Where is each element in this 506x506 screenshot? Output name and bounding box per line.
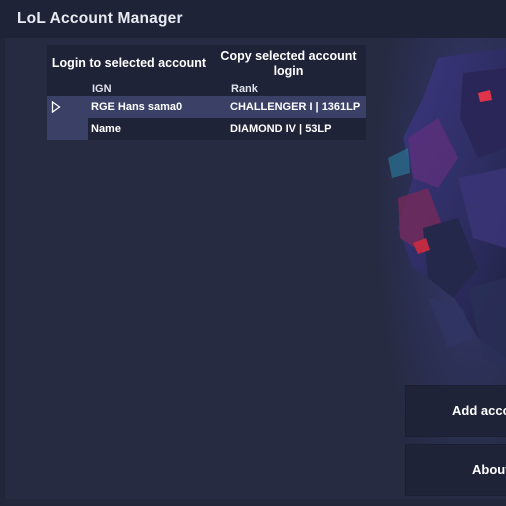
- about-button[interactable]: About: [405, 444, 506, 496]
- cell-ign[interactable]: RGE Hans sama0: [88, 96, 227, 118]
- app-window: LoL Account Manager Login to selected ac…: [0, 0, 506, 506]
- table-row[interactable]: RGE Hans sama0 CHALLENGER I | 1361LP: [47, 96, 366, 118]
- title-bar[interactable]: LoL Account Manager: [0, 0, 506, 38]
- add-account-button[interactable]: Add acco: [405, 385, 506, 437]
- cell-ign[interactable]: Name: [88, 118, 227, 140]
- window-title: LoL Account Manager: [17, 10, 183, 27]
- cell-rank[interactable]: DIAMOND IV | 53LP: [227, 118, 366, 140]
- table-row[interactable]: Name DIAMOND IV | 53LP: [47, 118, 366, 140]
- cell-rank[interactable]: CHALLENGER I | 1361LP: [227, 96, 366, 118]
- grid-column-header: IGN Rank: [47, 82, 366, 96]
- copy-selected-account-login-button[interactable]: Copy selected account login: [211, 45, 366, 82]
- column-header-rank[interactable]: Rank: [227, 82, 366, 96]
- row-header-corner: [47, 82, 88, 96]
- login-selected-account-button[interactable]: Login to selected account: [47, 45, 211, 82]
- bottom-border: [0, 499, 506, 506]
- triangle-right-icon: [51, 101, 61, 113]
- left-border: [0, 38, 5, 506]
- grid-action-bar: Login to selected account Copy selected …: [47, 45, 366, 82]
- accounts-grid: Login to selected account Copy selected …: [47, 45, 366, 140]
- column-header-ign[interactable]: IGN: [88, 82, 227, 96]
- row-header[interactable]: [47, 96, 88, 118]
- row-header[interactable]: [47, 118, 88, 140]
- main-area: Login to selected account Copy selected …: [0, 38, 506, 506]
